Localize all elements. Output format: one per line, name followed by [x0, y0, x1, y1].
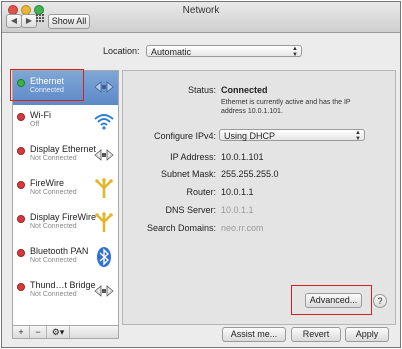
subnet-mask-label: Subnet Mask: [160, 169, 216, 179]
service-name: Bluetooth PAN [30, 246, 89, 256]
title-bar: Network ◀ ▶ Show All [2, 2, 400, 33]
firewire-icon [95, 178, 113, 198]
ethernet-highlight-box [10, 69, 84, 101]
service-status: Off [30, 121, 40, 128]
bluetooth-icon [97, 247, 111, 267]
service-name: Display Ethernet [30, 144, 97, 154]
network-window: Network ◀ ▶ Show All Location: Automatic… [1, 1, 401, 348]
configure-ipv4-select[interactable]: Using DHCP ▲ ▼ [219, 129, 365, 142]
show-all-button[interactable]: Show All [48, 14, 90, 29]
assist-me-button[interactable]: Assist me... [222, 327, 286, 342]
service-name: Wi-Fi [30, 110, 51, 120]
subnet-mask-value: 255.255.255.0 [221, 169, 279, 179]
service-item-wifi[interactable]: Wi-Fi Off [13, 105, 118, 139]
location-value: Automatic [151, 47, 192, 57]
service-list: Ethernet Connected Wi-Fi Off Display Eth… [12, 70, 119, 327]
service-item-firewire[interactable]: FireWire Not Connected [13, 173, 118, 207]
service-name: FireWire [30, 178, 64, 188]
service-status: Not Connected [30, 155, 77, 162]
help-button[interactable]: ? [373, 294, 387, 308]
search-domains-label: Search Domains: [146, 223, 216, 233]
service-status: Not Connected [30, 257, 77, 264]
ip-address-label: IP Address: [170, 152, 216, 162]
status-value: Connected [221, 85, 268, 95]
location-select[interactable]: Automatic ▲ ▼ [146, 45, 302, 58]
service-item-display-firewire[interactable]: Display FireWire Not Connected [13, 207, 118, 241]
firewire-icon [95, 212, 113, 232]
add-service-button[interactable]: + [13, 326, 30, 338]
gear-menu-button[interactable]: ⚙▾ [47, 326, 70, 338]
status-dot-icon [17, 113, 25, 121]
remove-service-button[interactable]: − [30, 326, 47, 338]
location-label: Location: [103, 46, 140, 56]
service-name: Thund…t Bridge [30, 280, 96, 290]
dns-server-label: DNS Server: [165, 205, 216, 215]
router-label: Router: [186, 187, 216, 197]
status-dot-icon [17, 215, 25, 223]
status-dot-icon [17, 147, 25, 155]
updown-arrows-icon: ▲ ▼ [355, 130, 361, 142]
service-list-footer: + − ⚙▾ [12, 325, 119, 339]
service-status: Not Connected [30, 223, 77, 230]
configure-ipv4-label: Configure IPv4: [153, 131, 216, 141]
forward-button[interactable]: ▶ [21, 14, 37, 28]
search-domains-value: neo.rr.com [221, 223, 264, 233]
apply-button[interactable]: Apply [345, 327, 389, 342]
service-status: Not Connected [30, 189, 77, 196]
service-status: Not Connected [30, 291, 77, 298]
ethernet-arrows-icon [94, 81, 114, 93]
status-dot-icon [17, 283, 25, 291]
dns-server-value: 10.0.1.1 [221, 205, 254, 215]
status-dot-icon [17, 249, 25, 257]
revert-button[interactable]: Revert [291, 327, 341, 342]
service-item-display-ethernet[interactable]: Display Ethernet Not Connected [13, 139, 118, 173]
ethernet-arrows-icon [94, 149, 114, 161]
status-description: Ethernet is currently active and has the… [221, 99, 351, 115]
advanced-highlight-box [291, 285, 372, 315]
wifi-icon [94, 114, 114, 130]
service-item-thunderbolt-bridge[interactable]: Thund…t Bridge Not Connected [13, 275, 118, 309]
updown-arrows-icon: ▲ ▼ [292, 46, 298, 58]
ip-address-value: 10.0.1.101 [221, 152, 264, 162]
configure-ipv4-value: Using DHCP [224, 131, 276, 141]
ethernet-arrows-icon [94, 285, 114, 297]
show-all-grid-icon[interactable] [36, 14, 44, 22]
service-name: Display FireWire [30, 212, 97, 222]
router-value: 10.0.1.1 [221, 187, 254, 197]
status-dot-icon [17, 181, 25, 189]
back-button[interactable]: ◀ [6, 14, 22, 28]
service-item-bluetooth-pan[interactable]: Bluetooth PAN Not Connected [13, 241, 118, 275]
status-label: Status: [187, 85, 216, 95]
